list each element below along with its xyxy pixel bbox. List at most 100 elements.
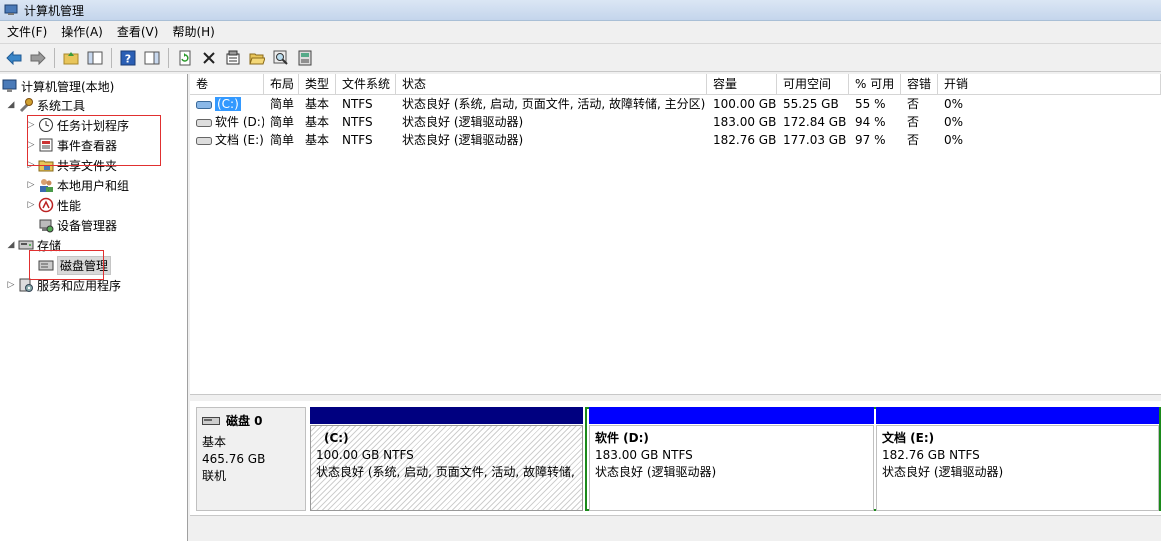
tree-item-storage[interactable]: ◢ 存储 [6, 236, 61, 254]
fault-tolerance-cell: 否 [907, 97, 920, 111]
disk-icon [202, 416, 220, 425]
expand-arrow-icon[interactable]: ▷ [26, 120, 36, 130]
column-header-capacity[interactable]: 容量 [707, 74, 777, 95]
help-button[interactable]: ? [118, 48, 138, 68]
more-button[interactable] [295, 48, 315, 68]
column-header-overhead[interactable]: 开销 [938, 74, 1161, 95]
partition-e[interactable]: 文档 (E:) 182.76 GB NTFS 状态良好 (逻辑驱动器) [876, 407, 1159, 511]
tools-icon [18, 97, 34, 113]
fault-tolerance-cell: 否 [907, 115, 920, 129]
filesystem-cell: NTFS [342, 133, 373, 147]
refresh-button[interactable] [175, 48, 195, 68]
delete-button[interactable] [199, 48, 219, 68]
tree-item-device-manager[interactable]: 设备管理器 [38, 216, 117, 234]
tree-item-services[interactable]: ▷ 服务和应用程序 [6, 276, 121, 294]
back-button[interactable] [4, 48, 24, 68]
logical-drive-bar [876, 407, 1159, 424]
column-header-percent-free[interactable]: % 可用 [849, 74, 901, 95]
partition-name: (C:) [324, 431, 349, 445]
partition-status: 状态良好 (系统, 启动, 页面文件, 活动, 故障转储, [316, 465, 575, 479]
tree-item-task-scheduler[interactable]: ▷ 任务计划程序 [26, 116, 129, 134]
up-button[interactable] [61, 48, 81, 68]
partition-status: 状态良好 (逻辑驱动器) [882, 465, 1004, 479]
volume-cell: 文档 (E:) [190, 131, 264, 149]
toolbar-separator [54, 47, 55, 68]
collapse-arrow-icon[interactable]: ◢ [6, 100, 16, 110]
show-hide-tree-button[interactable] [85, 48, 105, 68]
table-row[interactable]: (C:) 简单 基本 NTFS 状态良好 (系统, 启动, 页面文件, 活动, … [190, 95, 1161, 113]
refresh-icon [179, 50, 191, 65]
collapse-arrow-icon[interactable]: ◢ [6, 240, 16, 250]
drive-icon [196, 136, 212, 145]
expand-arrow-icon[interactable]: ▷ [26, 160, 36, 170]
show-hide-action-button[interactable] [142, 48, 162, 68]
tree-label: 共享文件夹 [57, 158, 118, 173]
disk-graphical-view: 磁盘 0 基本 465.76 GB 联机 (C:) 100.00 GB NTFS… [190, 401, 1161, 541]
tree-item-shared-folders[interactable]: ▷ 共享文件夹 [26, 156, 117, 174]
properties-button[interactable] [223, 48, 243, 68]
toolbar: ? [0, 44, 1161, 72]
computer-management-icon [4, 4, 18, 15]
computer-management-icon [2, 78, 18, 94]
tree-label: 计算机管理(本地) [21, 79, 115, 94]
menu-file[interactable]: 文件(F) [0, 21, 54, 44]
column-header-volume[interactable]: 卷 [190, 74, 264, 95]
partition-d[interactable]: 软件 (D:) 183.00 GB NTFS 状态良好 (逻辑驱动器) [589, 407, 874, 511]
forward-button[interactable] [28, 48, 48, 68]
performance-icon [38, 197, 54, 213]
capacity-cell: 182.76 GB [713, 133, 777, 147]
filesystem-cell: NTFS [342, 97, 373, 111]
search-button[interactable] [271, 48, 291, 68]
menu-view[interactable]: 查看(V) [110, 21, 166, 44]
column-header-layout[interactable]: 布局 [264, 74, 299, 95]
window-title: 计算机管理 [24, 3, 85, 18]
tree-item-disk-management[interactable]: 磁盘管理 [38, 255, 112, 275]
table-row[interactable]: 软件 (D:) 简单 基本 NTFS 状态良好 (逻辑驱动器) 183.00 G… [190, 113, 1161, 131]
forward-icon [30, 50, 46, 65]
clock-icon [38, 117, 54, 133]
type-cell: 基本 [305, 133, 330, 147]
navigation-tree: 计算机管理(本地) ◢ 系统工具 ▷ 任务计划程序 ▷ 事件查看器 ▷ 共享文件… [0, 74, 188, 541]
expand-arrow-icon[interactable]: ▷ [26, 200, 36, 210]
percent-free-cell: 97 % [855, 133, 886, 147]
delete-icon [203, 51, 215, 64]
disk-0-label[interactable]: 磁盘 0 基本 465.76 GB 联机 [196, 407, 306, 511]
expand-arrow-icon[interactable]: ▷ [26, 180, 36, 190]
type-cell: 基本 [305, 115, 330, 129]
partition-name: 文档 (E:) [882, 431, 935, 445]
column-header-status[interactable]: 状态 [396, 74, 707, 95]
disk-management-icon [38, 257, 54, 273]
status-cell: 状态良好 (逻辑驱动器) [402, 115, 524, 129]
open-button[interactable] [247, 48, 267, 68]
tree-item-system-tools[interactable]: ◢ 系统工具 [6, 96, 85, 114]
tree-item-local-users[interactable]: ▷ 本地用户和组 [26, 176, 129, 194]
column-header-filesystem[interactable]: 文件系统 [336, 74, 396, 95]
shared-folder-icon [38, 157, 54, 173]
menu-action[interactable]: 操作(A) [54, 21, 110, 44]
column-header-type[interactable]: 类型 [299, 74, 336, 95]
tree-item-performance[interactable]: ▷ 性能 [26, 196, 81, 214]
column-header-fault-tolerance[interactable]: 容错 [901, 74, 938, 95]
column-header-free-space[interactable]: 可用空间 [777, 74, 849, 95]
storage-icon [18, 237, 34, 253]
expand-arrow-icon[interactable]: ▷ [26, 140, 36, 150]
capacity-cell: 183.00 GB [713, 115, 777, 129]
capacity-cell: 100.00 GB [713, 97, 777, 111]
expand-arrow-icon[interactable]: ▷ [6, 280, 16, 290]
partition-body: 文档 (E:) 182.76 GB NTFS 状态良好 (逻辑驱动器) [876, 425, 1159, 511]
disk-status: 联机 [202, 469, 227, 483]
free-space-cell: 172.84 GB [783, 115, 847, 129]
pane-splitter[interactable] [190, 394, 1161, 400]
tree-item-event-viewer[interactable]: ▷ 事件查看器 [26, 136, 117, 154]
drive-icon [196, 118, 212, 127]
menu-help[interactable]: 帮助(H) [165, 21, 221, 44]
percent-free-cell: 55 % [855, 97, 886, 111]
table-row[interactable]: 文档 (E:) 简单 基本 NTFS 状态良好 (逻辑驱动器) 182.76 G… [190, 131, 1161, 149]
partition-c[interactable]: (C:) 100.00 GB NTFS 状态良好 (系统, 启动, 页面文件, … [310, 407, 583, 511]
tree-label: 性能 [57, 198, 82, 213]
drive-icon [196, 100, 212, 109]
tree-label: 设备管理器 [57, 218, 118, 233]
tree-item-root[interactable]: 计算机管理(本地) [2, 77, 114, 95]
tree-label: 服务和应用程序 [37, 278, 122, 293]
overhead-cell: 0% [944, 133, 964, 147]
